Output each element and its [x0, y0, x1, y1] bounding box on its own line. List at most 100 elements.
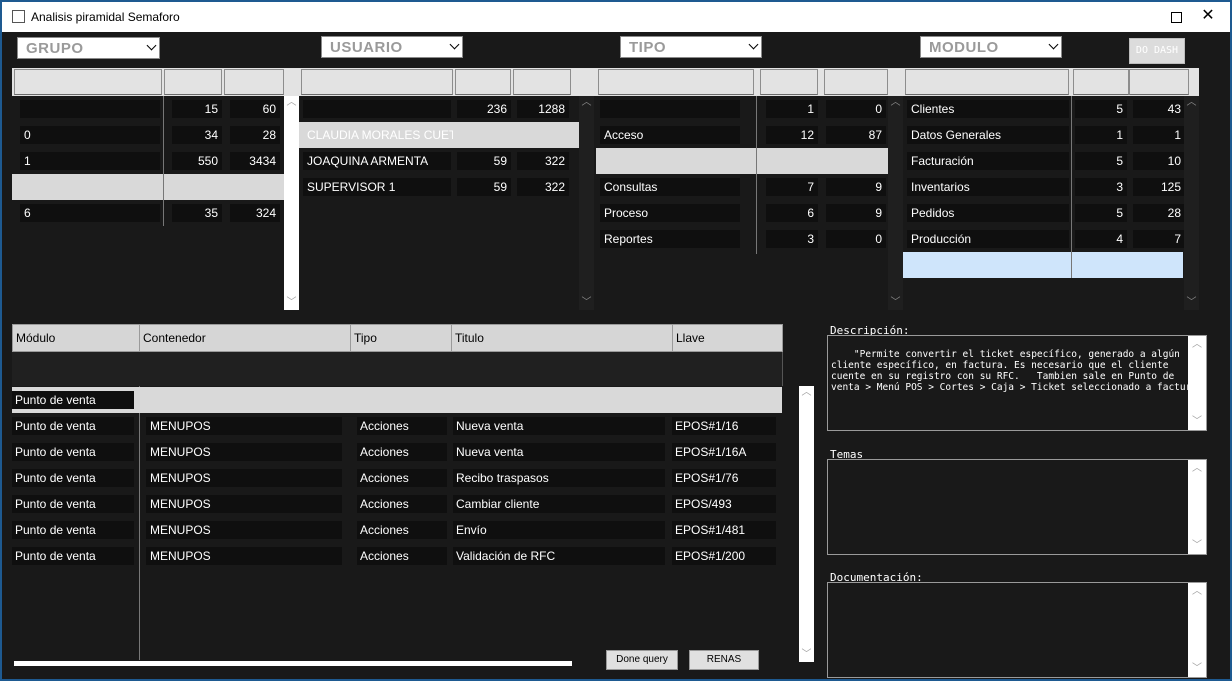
grupo-cell-b: 60: [230, 100, 280, 118]
table-row[interactable]: 1 550 3434: [12, 148, 299, 174]
table-row[interactable]: Punto de venta MENUPOS Acciones Nueva ve…: [12, 439, 782, 465]
table-row[interactable]: 6 35 324: [12, 200, 299, 226]
main-table-scrollbar[interactable]: ︿ ﹀: [799, 386, 814, 662]
table-row[interactable]: 236 1288: [299, 96, 596, 122]
modulo-header-a[interactable]: [1073, 69, 1129, 95]
documentacion-scrollbar[interactable]: ︿ ﹀: [1188, 583, 1206, 677]
table-row[interactable]: 1 0: [596, 96, 903, 122]
table-row[interactable]: Punto de venta MENUPOS Acciones Envío EP…: [12, 517, 782, 543]
table-row[interactable]: SUPERVISOR 1 59 322: [299, 174, 596, 200]
horizontal-scrollbar[interactable]: [14, 661, 572, 666]
filter-row-cell[interactable]: [139, 352, 351, 386]
chevron-down-icon[interactable]: ﹀: [1188, 663, 1206, 674]
grupo-cell-b: 324: [230, 204, 280, 222]
col-header-contenedor[interactable]: Contenedor: [139, 324, 351, 352]
usuario-cell-b: 1288: [517, 100, 569, 118]
grupo-filter-combo[interactable]: GRUPO: [17, 37, 160, 59]
renas-button[interactable]: RENAS: [689, 650, 759, 670]
tipo-filter-combo[interactable]: TIPO: [620, 36, 762, 58]
usuario-scrollbar[interactable]: ︿ ﹀: [579, 96, 594, 310]
chevron-up-icon[interactable]: ︿: [579, 96, 594, 110]
usuario-cell-a: 59: [457, 152, 511, 170]
modulo-scrollbar[interactable]: ︿ ﹀: [1184, 96, 1199, 310]
temas-scrollbar[interactable]: ︿ ﹀: [1188, 460, 1206, 554]
tipo-cell-a: 3: [766, 230, 818, 248]
chevron-up-icon[interactable]: ︿: [888, 96, 903, 110]
grupo-cell-a: 35: [172, 204, 222, 222]
table-row[interactable]: Proceso 6 9: [596, 200, 903, 226]
tipo-cell-b: 9: [826, 178, 886, 196]
table-row[interactable]: Facturación 5 10: [903, 148, 1199, 174]
usuario-header-b[interactable]: [513, 69, 571, 95]
chevron-down-icon[interactable]: ﹀: [888, 296, 903, 310]
table-row[interactable]: Inventarios 3 125: [903, 174, 1199, 200]
chevron-down-icon[interactable]: ﹀: [1188, 540, 1206, 551]
usuario-header-a[interactable]: [455, 69, 511, 95]
tipo-header-name[interactable]: [598, 69, 754, 95]
table-row-selected[interactable]: [903, 252, 1183, 278]
usuario-filter-combo[interactable]: USUARIO: [321, 36, 463, 58]
chevron-down-icon[interactable]: ﹀: [579, 296, 594, 310]
filter-row-cell[interactable]: [350, 352, 452, 386]
grupo-scrollbar[interactable]: ︿ ﹀: [284, 96, 299, 310]
main-cell-modulo: Punto de venta: [12, 417, 134, 435]
tipo-cell-name: [600, 152, 740, 170]
descripcion-scrollbar[interactable]: ︿ ﹀: [1188, 336, 1206, 430]
chevron-up-icon[interactable]: ︿: [1188, 586, 1206, 597]
maximize-button[interactable]: [1164, 5, 1188, 27]
chevron-up-icon[interactable]: ︿: [1188, 339, 1206, 350]
table-row[interactable]: Datos Generales 1 1: [903, 122, 1199, 148]
grupo-header-b[interactable]: [224, 69, 284, 95]
table-row[interactable]: Punto de venta MENUPOS Acciones Validaci…: [12, 543, 782, 569]
chevron-down-icon[interactable]: ﹀: [284, 296, 299, 310]
chevron-down-icon[interactable]: ﹀: [799, 648, 814, 662]
chevron-down-icon[interactable]: ﹀: [1188, 416, 1206, 427]
main-cell-titulo: Nueva venta: [453, 417, 665, 435]
table-row-selected[interactable]: CLAUDIA MORALES CUET: [299, 122, 579, 148]
col-header-titulo[interactable]: Titulo: [451, 324, 673, 352]
close-button[interactable]: ✕: [1196, 5, 1220, 27]
table-row[interactable]: Pedidos 5 28: [903, 200, 1199, 226]
table-row[interactable]: Punto de venta MENUPOS Acciones Cambiar …: [12, 491, 782, 517]
filter-row-cell[interactable]: [672, 352, 783, 386]
filter-row-cell[interactable]: [12, 352, 140, 386]
done-query-button[interactable]: Done query: [606, 650, 678, 670]
table-row[interactable]: Acceso 12 87: [596, 122, 903, 148]
modulo-header-name[interactable]: [905, 69, 1069, 95]
table-row-selected[interactable]: [12, 174, 284, 200]
table-row[interactable]: Punto de venta MENUPOS Acciones Nueva ve…: [12, 413, 782, 439]
temas-textarea[interactable]: ︿ ﹀: [827, 459, 1207, 555]
tipo-header-a[interactable]: [760, 69, 818, 95]
chevron-up-icon[interactable]: ︿: [799, 386, 814, 400]
table-row[interactable]: 0 34 28: [12, 122, 299, 148]
table-row[interactable]: Producción 4 7: [903, 226, 1199, 252]
table-row[interactable]: JOAQUINA ARMENTA 59 322: [299, 148, 596, 174]
col-header-tipo[interactable]: Tipo: [350, 324, 452, 352]
modulo-header-b[interactable]: [1129, 69, 1189, 95]
table-row-selected[interactable]: Punto de venta: [12, 387, 782, 413]
filter-row-cell[interactable]: [451, 352, 673, 386]
descripcion-textarea[interactable]: "Permite convertir el ticket específico,…: [827, 335, 1207, 431]
table-row[interactable]: Punto de venta MENUPOS Acciones Recibo t…: [12, 465, 782, 491]
table-row[interactable]: Consultas 7 9: [596, 174, 903, 200]
col-header-llave[interactable]: Llave: [672, 324, 783, 352]
modulo-filter-combo[interactable]: MODULO: [920, 36, 1062, 58]
tipo-header-b[interactable]: [824, 69, 888, 95]
grupo-header-name[interactable]: [14, 69, 162, 95]
do-dash-button[interactable]: DO DASH: [1129, 38, 1185, 64]
tipo-scrollbar[interactable]: ︿ ﹀: [888, 96, 903, 310]
usuario-header-name[interactable]: [301, 69, 453, 95]
grupo-header-a[interactable]: [164, 69, 222, 95]
tipo-cell-name: Reportes: [600, 230, 740, 248]
chevron-up-icon[interactable]: ︿: [284, 96, 299, 110]
chevron-down-icon[interactable]: ﹀: [1184, 296, 1199, 310]
col-header-modulo[interactable]: Módulo: [12, 324, 140, 352]
chevron-up-icon[interactable]: ︿: [1188, 463, 1206, 474]
table-row-selected[interactable]: [596, 148, 888, 174]
app-icon: [12, 10, 25, 23]
table-row[interactable]: Reportes 3 0: [596, 226, 903, 252]
documentacion-textarea[interactable]: ︿ ﹀: [827, 582, 1207, 678]
table-row[interactable]: Clientes 5 43: [903, 96, 1199, 122]
table-row[interactable]: 15 60: [12, 96, 299, 122]
chevron-up-icon[interactable]: ︿: [1184, 96, 1199, 110]
